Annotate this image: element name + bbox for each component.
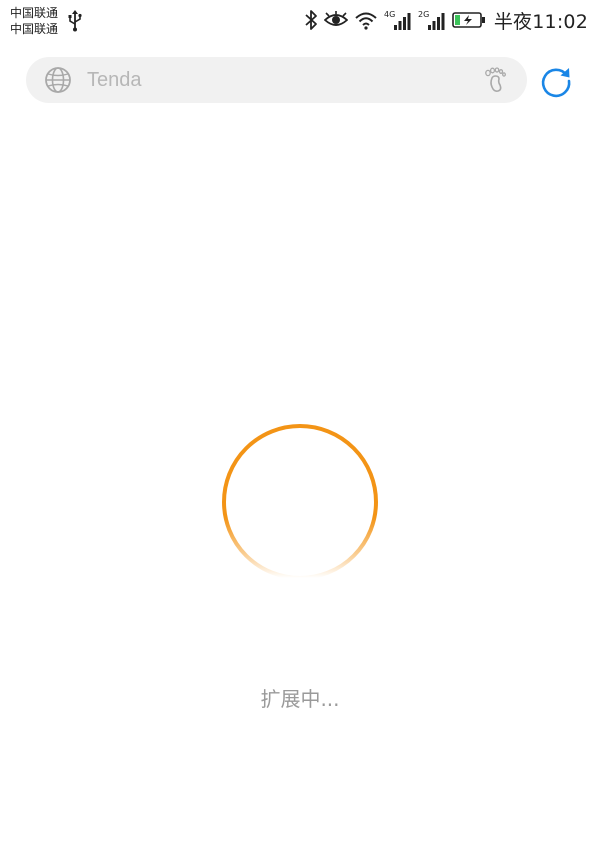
eye-icon	[323, 11, 348, 26]
status-bar: 中国联通 中国联通 4G 2G 半夜11:02	[0, 0, 600, 42]
signal-icon-sim2: 2G	[418, 10, 445, 30]
signal-icon-sim1: 4G	[384, 10, 411, 30]
network-type-2: 2G	[418, 10, 429, 19]
status-clock: 半夜11:02	[493, 10, 588, 33]
footprint-icon[interactable]	[482, 66, 510, 94]
url-input[interactable]: Tenda	[87, 57, 142, 103]
loading-text: 扩展中...	[260, 687, 340, 711]
usb-icon	[68, 10, 82, 32]
status-icons: 4G 2G 半夜11:02	[304, 6, 588, 34]
carrier-info: 中国联通 中国联通	[10, 5, 58, 37]
carrier-name-2: 中国联通	[10, 22, 59, 36]
globe-icon	[45, 67, 71, 93]
carrier-name-1: 中国联通	[10, 6, 59, 20]
browser-screen: 中国联通 中国联通 4G 2G 半夜11:02 Tenda 扩展中...	[0, 0, 600, 841]
battery-charging-icon	[452, 12, 485, 28]
bluetooth-icon	[305, 10, 317, 30]
network-type-1: 4G	[384, 10, 395, 19]
wifi-icon	[355, 12, 377, 30]
loading-spinner	[222, 424, 378, 580]
refresh-icon[interactable]	[538, 63, 574, 99]
address-bar[interactable]: Tenda	[26, 57, 527, 103]
